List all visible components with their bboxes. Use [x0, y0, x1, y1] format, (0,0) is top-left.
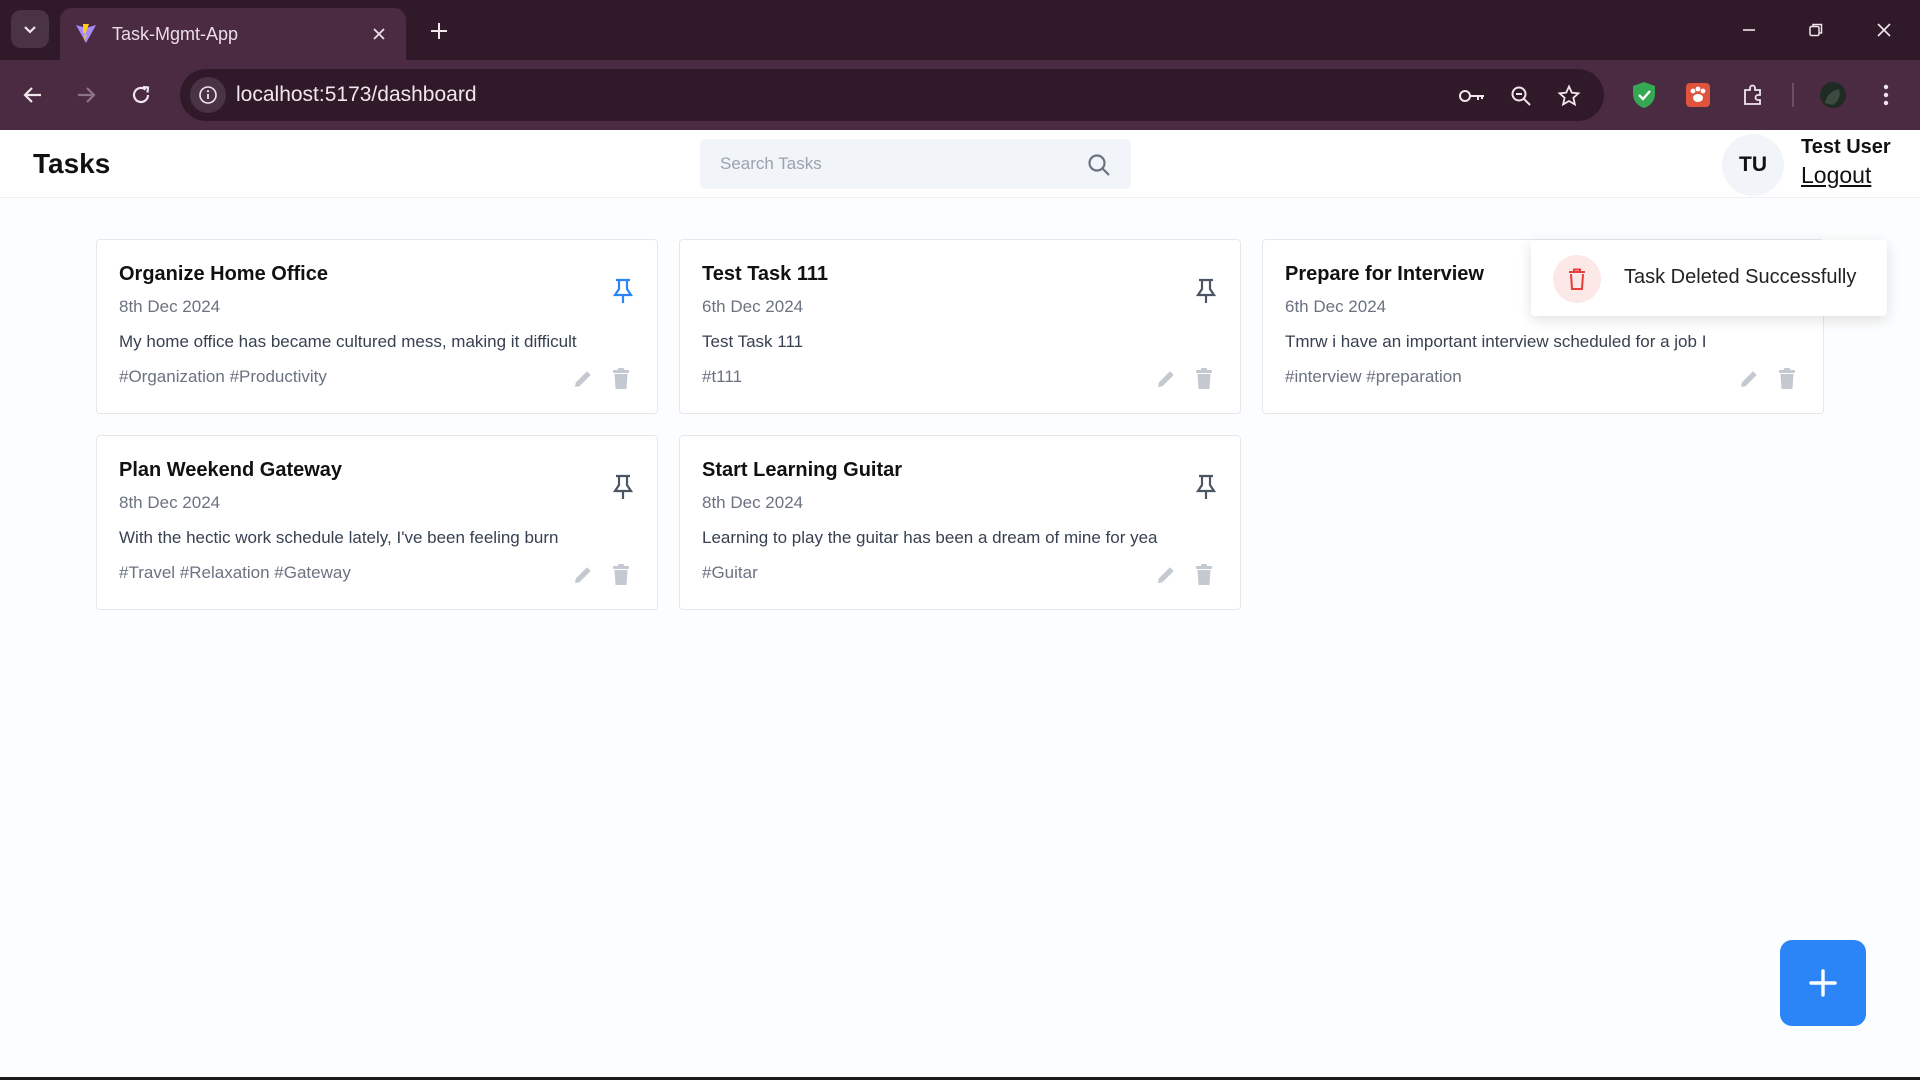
minimize-icon	[1743, 29, 1755, 31]
task-date: 6th Dec 2024	[702, 297, 804, 316]
task-tags: #t111	[702, 367, 743, 386]
trash-icon[interactable]	[1193, 367, 1215, 391]
pencil-icon[interactable]	[571, 367, 595, 391]
toast-message: Task Deleted Successfully	[1624, 266, 1857, 288]
profile-avatar-icon[interactable]	[1815, 77, 1851, 113]
search-icon[interactable]	[1086, 152, 1112, 178]
trash-icon[interactable]	[1193, 563, 1215, 587]
restore-icon	[1809, 23, 1823, 37]
trash-icon[interactable]	[610, 563, 632, 587]
pin-icon[interactable]	[1193, 472, 1219, 502]
task-title: Prepare for Interview	[1285, 263, 1484, 285]
task-card: Plan Weekend Gateway 8th Dec 2024 With t…	[96, 435, 658, 610]
logout-link[interactable]: Logout	[1801, 162, 1871, 189]
vite-logo-icon	[74, 22, 98, 46]
trash-icon[interactable]	[1776, 367, 1798, 391]
minimize-window-button[interactable]	[1733, 14, 1765, 46]
puzzle-extensions-icon[interactable]	[1735, 77, 1771, 113]
pencil-icon[interactable]	[1154, 563, 1178, 587]
reload-icon	[132, 85, 150, 104]
browser-toolbar: localhost:5173/dashboard	[0, 60, 1920, 130]
task-date: 8th Dec 2024	[119, 493, 221, 512]
task-title: Organize Home Office	[119, 263, 328, 285]
password-key-icon[interactable]	[1457, 81, 1487, 111]
task-tags: #Guitar	[702, 563, 758, 582]
task-description: Tmrw i have an important interview sched…	[1285, 332, 1707, 351]
task-description: With the hectic work schedule lately, I'…	[119, 528, 559, 547]
pin-icon[interactable]	[610, 276, 636, 306]
close-window-button[interactable]	[1868, 14, 1900, 46]
task-date: 8th Dec 2024	[702, 493, 804, 512]
address-bar[interactable]: localhost:5173/dashboard	[180, 69, 1604, 121]
new-tab-button[interactable]	[424, 16, 454, 46]
tab-search-button[interactable]	[11, 10, 49, 48]
pin-icon[interactable]	[610, 472, 636, 502]
task-card: Test Task 111 6th Dec 2024 Test Task 111…	[679, 239, 1241, 414]
user-avatar: TU	[1722, 134, 1784, 196]
add-task-button[interactable]	[1780, 940, 1866, 1026]
page-title: Tasks	[33, 148, 111, 179]
task-title: Start Learning Guitar	[702, 459, 903, 481]
shield-extension-icon[interactable]	[1626, 77, 1662, 113]
forward-button[interactable]	[68, 77, 104, 113]
bookmark-star-icon[interactable]	[1554, 81, 1584, 111]
browser-tab-active[interactable]: Task-Mgmt-App	[60, 8, 406, 60]
toast-notification: Task Deleted Successfully	[1531, 240, 1887, 316]
task-description: Learning to play the guitar has been a d…	[702, 528, 1158, 547]
task-title: Test Task 111	[702, 263, 829, 285]
pencil-icon[interactable]	[1737, 367, 1761, 391]
tab-close-icon[interactable]	[366, 21, 392, 47]
task-card: Start Learning Guitar 8th Dec 2024 Learn…	[679, 435, 1241, 610]
task-description: My home office has became cultured mess,…	[119, 332, 577, 351]
task-tags: #Travel #Relaxation #Gateway	[119, 563, 351, 582]
reload-button[interactable]	[123, 77, 159, 113]
plus-icon	[1809, 969, 1837, 997]
task-date: 8th Dec 2024	[119, 297, 221, 316]
arrow-left-icon	[23, 87, 41, 103]
user-name: Test User	[1801, 136, 1891, 158]
site-info-button[interactable]	[190, 77, 226, 113]
toolbar-separator	[1792, 83, 1794, 107]
info-icon	[199, 86, 217, 104]
search-bar[interactable]	[700, 139, 1131, 189]
zoom-icon[interactable]	[1506, 81, 1536, 111]
task-date: 6th Dec 2024	[1285, 297, 1387, 316]
task-card: Organize Home Office 8th Dec 2024 My hom…	[96, 239, 658, 414]
plus-icon	[431, 23, 447, 39]
tab-title: Task-Mgmt-App	[112, 23, 239, 44]
task-description: Test Task 111	[702, 332, 804, 351]
search-input[interactable]	[720, 139, 1080, 189]
trash-icon[interactable]	[610, 367, 632, 391]
task-title: Plan Weekend Gateway	[119, 459, 343, 481]
url-text: localhost:5173/dashboard	[236, 83, 477, 106]
restore-window-button[interactable]	[1800, 14, 1832, 46]
close-icon	[1877, 23, 1891, 37]
pencil-icon[interactable]	[1154, 367, 1178, 391]
arrow-right-icon	[78, 87, 96, 103]
paw-extension-icon[interactable]	[1680, 77, 1716, 113]
browser-tab-bar: Task-Mgmt-App	[0, 0, 1920, 60]
app-header: Tasks TU Test User Logout	[0, 130, 1920, 198]
chevron-down-icon	[24, 26, 36, 34]
more-menu-icon[interactable]	[1868, 77, 1904, 113]
task-tags: #interview #preparation	[1285, 367, 1462, 386]
back-button[interactable]	[15, 77, 51, 113]
pencil-icon[interactable]	[571, 563, 595, 587]
pin-icon[interactable]	[1193, 276, 1219, 306]
toast-trash-icon	[1553, 255, 1601, 303]
task-tags: #Organization #Productivity	[119, 367, 327, 386]
